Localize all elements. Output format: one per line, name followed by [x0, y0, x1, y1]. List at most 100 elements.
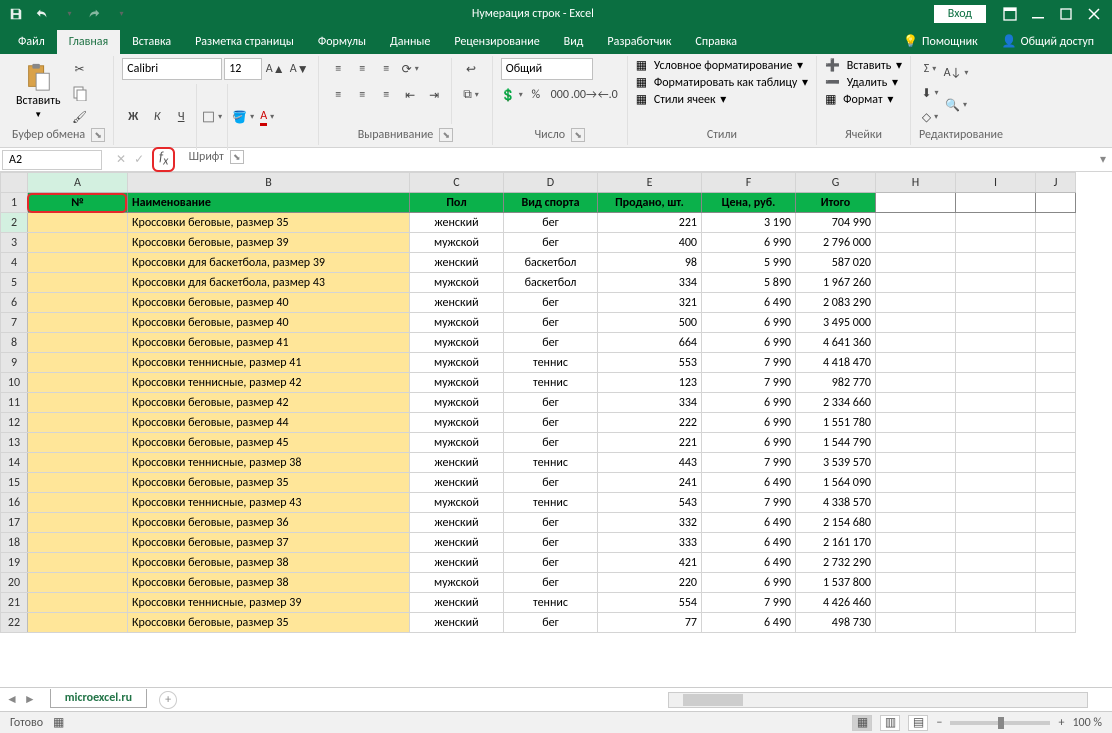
- cell-gender[interactable]: мужской: [410, 493, 504, 513]
- row-header-19[interactable]: 19: [1, 553, 28, 573]
- ribbon-options-icon[interactable]: [1002, 7, 1018, 21]
- tab-insert[interactable]: Вставка: [120, 30, 183, 54]
- zoom-level[interactable]: 100 %: [1072, 716, 1102, 730]
- cell-sold[interactable]: 123: [598, 373, 702, 393]
- cell-total[interactable]: 587 020: [796, 253, 876, 273]
- cell-total[interactable]: 4 338 570: [796, 493, 876, 513]
- cell-total[interactable]: 3 539 570: [796, 453, 876, 473]
- decrease-font-button[interactable]: A▼: [288, 58, 310, 80]
- cell-name[interactable]: Кроссовки для баскетбола, размер 39: [128, 253, 410, 273]
- cell-sold[interactable]: 421: [598, 553, 702, 573]
- data-row[interactable]: 17 Кроссовки беговые, размер 36 женский …: [1, 513, 1076, 533]
- cell-no[interactable]: [28, 453, 128, 473]
- cell-sport[interactable]: теннис: [504, 593, 598, 613]
- fill-button[interactable]: ⬇: [919, 82, 941, 104]
- cell-total[interactable]: 4 641 360: [796, 333, 876, 353]
- cell-price[interactable]: 7 990: [702, 593, 796, 613]
- tab-formulas[interactable]: Формулы: [306, 30, 378, 54]
- merge-button[interactable]: ⧉: [458, 84, 484, 106]
- tab-layout[interactable]: Разметка страницы: [183, 30, 306, 54]
- cell-sport[interactable]: бег: [504, 573, 598, 593]
- accounting-button[interactable]: 💲: [501, 84, 523, 106]
- cell-name[interactable]: Кроссовки беговые, размер 44: [128, 413, 410, 433]
- tab-data[interactable]: Данные: [378, 30, 442, 54]
- cell-price[interactable]: 6 490: [702, 473, 796, 493]
- font-name-combo[interactable]: Calibri: [122, 58, 222, 80]
- data-row[interactable]: 10 Кроссовки теннисные, размер 42 мужско…: [1, 373, 1076, 393]
- cell-sport[interactable]: бег: [504, 333, 598, 353]
- cell-sport[interactable]: бег: [504, 613, 598, 633]
- cell-sold[interactable]: 222: [598, 413, 702, 433]
- cell-no[interactable]: [28, 533, 128, 553]
- cell-total[interactable]: 704 990: [796, 213, 876, 233]
- cell-price[interactable]: 6 490: [702, 513, 796, 533]
- cell-gender[interactable]: мужской: [410, 413, 504, 433]
- cell-price[interactable]: 7 990: [702, 353, 796, 373]
- cell-gender[interactable]: мужской: [410, 373, 504, 393]
- cell-sold[interactable]: 334: [598, 273, 702, 293]
- data-row[interactable]: 21 Кроссовки теннисные, размер 39 женски…: [1, 593, 1076, 613]
- cell-gender[interactable]: мужской: [410, 353, 504, 373]
- cell-name[interactable]: Кроссовки беговые, размер 35: [128, 473, 410, 493]
- data-row[interactable]: 11 Кроссовки беговые, размер 42 мужской …: [1, 393, 1076, 413]
- delete-cells-button[interactable]: ➖ Удалить ▾: [825, 75, 898, 90]
- clear-button[interactable]: ◇: [919, 106, 941, 128]
- cell-sold[interactable]: 400: [598, 233, 702, 253]
- cell-no[interactable]: [28, 473, 128, 493]
- cell-total[interactable]: 2 732 290: [796, 553, 876, 573]
- row-header-21[interactable]: 21: [1, 593, 28, 613]
- copy-button[interactable]: [69, 82, 91, 104]
- cell-sold[interactable]: 443: [598, 453, 702, 473]
- data-row[interactable]: 16 Кроссовки теннисные, размер 43 мужско…: [1, 493, 1076, 513]
- cell-total[interactable]: 1 551 780: [796, 413, 876, 433]
- borders-button[interactable]: [201, 106, 223, 128]
- cell-sport[interactable]: бег: [504, 393, 598, 413]
- cell-gender[interactable]: женский: [410, 553, 504, 573]
- cell-gender[interactable]: женский: [410, 253, 504, 273]
- cell-no[interactable]: [28, 573, 128, 593]
- cell-gender[interactable]: мужской: [410, 273, 504, 293]
- increase-decimal-button[interactable]: .00→: [573, 84, 595, 106]
- cell-sold[interactable]: 553: [598, 353, 702, 373]
- cell-no[interactable]: [28, 213, 128, 233]
- cell-gender[interactable]: женский: [410, 453, 504, 473]
- cell-sport[interactable]: баскетбол: [504, 273, 598, 293]
- cell-sold[interactable]: 543: [598, 493, 702, 513]
- cell-total[interactable]: 2 334 660: [796, 393, 876, 413]
- data-row[interactable]: 9 Кроссовки теннисные, размер 41 мужской…: [1, 353, 1076, 373]
- cell-sold[interactable]: 241: [598, 473, 702, 493]
- cell-sold[interactable]: 321: [598, 293, 702, 313]
- data-row[interactable]: 22 Кроссовки беговые, размер 35 женский …: [1, 613, 1076, 633]
- row-header-14[interactable]: 14: [1, 453, 28, 473]
- cell-no[interactable]: [28, 353, 128, 373]
- percent-button[interactable]: %: [525, 84, 547, 106]
- data-row[interactable]: 7 Кроссовки беговые, размер 40 мужской б…: [1, 313, 1076, 333]
- data-row[interactable]: 14 Кроссовки теннисные, размер 38 женски…: [1, 453, 1076, 473]
- align-top-button[interactable]: ≡: [327, 58, 349, 80]
- cell-sport[interactable]: бег: [504, 513, 598, 533]
- cell-sold[interactable]: 221: [598, 433, 702, 453]
- cell-sold[interactable]: 221: [598, 213, 702, 233]
- row-header-1[interactable]: 1: [1, 193, 28, 213]
- cell-no[interactable]: [28, 413, 128, 433]
- fill-color-button[interactable]: 🪣: [232, 106, 254, 128]
- new-sheet-button[interactable]: +: [159, 691, 177, 709]
- cell-gender[interactable]: женский: [410, 293, 504, 313]
- name-box[interactable]: [2, 150, 102, 170]
- data-row[interactable]: 18 Кроссовки беговые, размер 37 женский …: [1, 533, 1076, 553]
- tab-developer[interactable]: Разработчик: [595, 30, 683, 54]
- format-cells-button[interactable]: ▦ Формат ▾: [825, 92, 893, 107]
- cell-sold[interactable]: 554: [598, 593, 702, 613]
- italic-button[interactable]: К: [146, 106, 168, 128]
- data-row[interactable]: 15 Кроссовки беговые, размер 35 женский …: [1, 473, 1076, 493]
- cell-price[interactable]: 6 490: [702, 613, 796, 633]
- row-header-20[interactable]: 20: [1, 573, 28, 593]
- sort-filter-button[interactable]: A↓: [945, 58, 967, 88]
- wrap-text-button[interactable]: ↩: [458, 58, 484, 80]
- number-dialog-launcher[interactable]: ⬊: [571, 128, 585, 142]
- cell-total[interactable]: 982 770: [796, 373, 876, 393]
- cell-price[interactable]: 7 990: [702, 493, 796, 513]
- cell-no[interactable]: [28, 593, 128, 613]
- cell-sport[interactable]: теннис: [504, 493, 598, 513]
- cell-total[interactable]: 2 161 170: [796, 533, 876, 553]
